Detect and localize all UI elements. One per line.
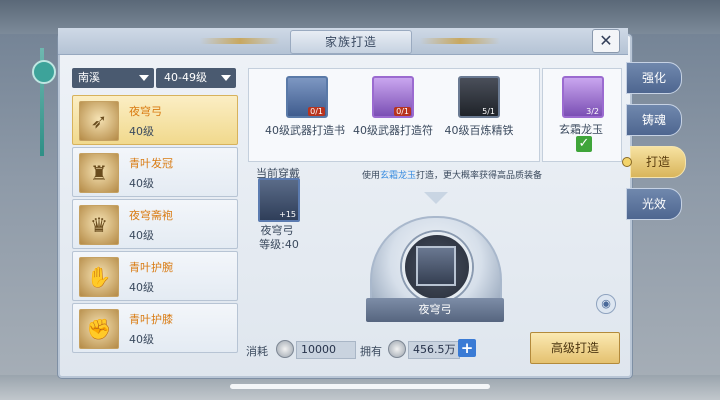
cost-label: 消耗 — [246, 345, 268, 358]
hint-highlight: 玄霜龙玉 — [380, 171, 417, 181]
tab-light-effect[interactable]: 光效 — [626, 188, 682, 220]
arrow-down-icon — [424, 192, 448, 204]
iron-ore-icon[interactable]: 5/1 — [458, 76, 500, 118]
forge-hint: 使用玄霜龙玉打造，更大概率获得高品质装备 — [362, 168, 542, 181]
material-name: 40级百炼精铁 — [444, 124, 514, 137]
bow-icon: ➶ — [79, 101, 119, 141]
list-item-1[interactable]: ♜ 青叶发冠 40级 — [72, 147, 238, 197]
item-level: 40级 — [129, 229, 154, 242]
chevron-down-icon — [221, 75, 231, 81]
item-name: 夜穹斋袍 — [129, 209, 173, 222]
material-name: 40级武器打造符 — [353, 124, 433, 137]
jade-knot-icon — [32, 60, 56, 84]
chevron-down-icon — [139, 75, 149, 81]
scroll-icon[interactable]: 0/1 — [286, 76, 328, 118]
silver-coin-icon — [388, 340, 406, 358]
advanced-forge-button[interactable]: 高级打造 — [530, 332, 620, 364]
hint-prefix: 使用 — [362, 171, 381, 181]
list-item-0[interactable]: ➶ 夜穹弓 40级 — [72, 95, 238, 145]
owned-value: 456.5万 — [408, 341, 460, 359]
special-material-name: 玄霜龙玉 — [559, 123, 603, 136]
material-count: 0/1 — [308, 107, 325, 116]
home-indicator-bar[interactable] — [230, 384, 490, 389]
item-name: 青叶护腕 — [129, 261, 173, 274]
tab-soul-cast[interactable]: 铸魂 — [626, 104, 682, 136]
checkbox-checked-icon[interactable]: ✓ — [576, 136, 592, 152]
dragon-jade-icon[interactable]: 3/2 — [562, 76, 604, 118]
tab-active-indicator-icon — [622, 157, 632, 167]
tab-enhance[interactable]: 强化 — [626, 62, 682, 94]
owned-label: 拥有 — [360, 345, 382, 358]
item-level: 40级 — [129, 177, 154, 190]
silver-coin-icon — [276, 340, 294, 358]
list-item-3[interactable]: ✋ 青叶护腕 40级 — [72, 251, 238, 301]
bracer-icon: ✋ — [79, 257, 119, 297]
tab-forge[interactable]: 打造 — [630, 146, 686, 178]
material-count: 5/1 — [482, 107, 495, 116]
region-select-value: 南溪 — [78, 71, 100, 84]
item-level: 40级 — [129, 333, 154, 346]
list-item-4[interactable]: ✊ 青叶护膝 40级 — [72, 303, 238, 353]
forge-target-bow-icon[interactable] — [416, 246, 456, 286]
crown-icon: ♜ — [79, 153, 119, 193]
eye-preview-icon[interactable]: ◉ — [596, 294, 616, 314]
item-level: 40级 — [129, 281, 154, 294]
talisman-icon[interactable]: 0/1 — [372, 76, 414, 118]
material-name: 40级武器打造书 — [265, 124, 345, 137]
close-button[interactable]: ✕ — [592, 29, 620, 53]
forge-target-name: 夜穹弓 — [366, 298, 504, 322]
item-name: 青叶护膝 — [129, 313, 173, 326]
level-range-value: 40-49级 — [164, 71, 207, 84]
kneepad-icon: ✊ — [79, 309, 119, 349]
region-select[interactable]: 南溪 — [72, 68, 154, 88]
item-name: 夜穹弓 — [129, 105, 162, 118]
item-level: 40级 — [129, 125, 154, 138]
material-count: 3/2 — [586, 107, 599, 116]
title-ornament-left — [200, 38, 280, 44]
cost-value: 10000 — [296, 341, 356, 359]
add-currency-button[interactable]: + — [458, 339, 476, 357]
robe-icon: ♛ — [79, 205, 119, 245]
window-title: 家族打造 — [290, 30, 412, 54]
current-equipped-slot[interactable]: +15 — [258, 178, 300, 222]
item-name: 青叶发冠 — [129, 157, 173, 170]
list-item-2[interactable]: ♛ 夜穹斋袍 40级 — [72, 199, 238, 249]
material-count: 0/1 — [394, 107, 411, 116]
title-ornament-right — [420, 38, 500, 44]
enhance-level: +15 — [279, 210, 296, 219]
current-item-level: 等级:40 — [259, 238, 299, 251]
level-range-select[interactable]: 40-49级 — [156, 68, 236, 88]
hint-suffix: 打造，更大概率获得高品质装备 — [416, 171, 543, 181]
